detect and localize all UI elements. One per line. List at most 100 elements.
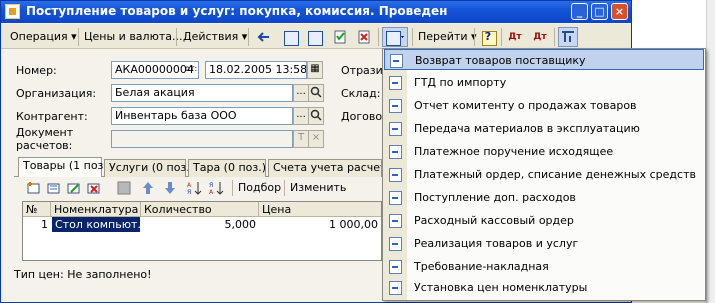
reflect-label: Отрази	[341, 64, 383, 77]
sort-asc-icon[interactable]: АЯ	[186, 180, 202, 196]
counterparty-field[interactable]: Инвентарь база ООО	[111, 107, 293, 125]
dt-kt-report-icon[interactable]: Дт Кт	[530, 27, 550, 60]
settlement-doc-label-line2: расчетов:	[16, 139, 73, 152]
table-cell-item[interactable]: Стол компьют...	[52, 217, 148, 232]
menu-item-cash-outflow[interactable]: Расходный кассовый ордер	[384, 210, 704, 231]
toolbar-separator	[176, 28, 177, 46]
tab-settlement-accounts[interactable]: Счета учета расчетов	[268, 159, 382, 177]
subtoolbar-separator	[232, 180, 233, 196]
tab-containers[interactable]: Тара (0 поз.)	[188, 159, 266, 177]
table-cell-number[interactable]: 1	[23, 217, 51, 232]
toolbar-separator	[554, 28, 555, 46]
window-title: Поступление товаров и услуг: покупка, ко…	[26, 4, 448, 18]
document-icon	[389, 237, 402, 251]
menu-item-materials-transfer[interactable]: Передача материалов в эксплуатацию	[384, 118, 704, 139]
status-message: Тип цен: Не заполнено!	[14, 268, 152, 281]
tab-goods[interactable]: Товары (1 поз.)	[18, 157, 111, 177]
copy-row-icon[interactable]	[46, 180, 62, 196]
maximize-button[interactable]: □	[591, 3, 608, 20]
close-button[interactable]: ×	[611, 3, 628, 20]
go-to-menu-button[interactable]: Перейти ▾	[415, 27, 480, 47]
document-icon	[389, 260, 402, 274]
save-row-icon[interactable]	[116, 180, 132, 196]
background-window-edge	[706, 0, 715, 303]
document-icon	[389, 122, 402, 136]
add-row-icon[interactable]	[26, 180, 42, 196]
column-header-price[interactable]: Цена	[259, 202, 381, 217]
menu-item-requisition[interactable]: Требование-накладная	[384, 256, 704, 277]
tab-services[interactable]: Услуги (0 поз.)	[104, 159, 194, 177]
settlement-doc-field[interactable]	[111, 130, 293, 148]
copy-doc-icon[interactable]	[304, 27, 324, 47]
sort-desc-icon[interactable]: ЯА	[208, 180, 224, 196]
change-button[interactable]: Изменить	[290, 181, 346, 194]
delete-row-icon[interactable]	[86, 180, 102, 196]
document-icon	[389, 145, 402, 159]
svg-text:А: А	[187, 182, 192, 189]
menu-item-sales[interactable]: Реализация товаров и услуг	[384, 233, 704, 254]
menu-item-customs-declaration[interactable]: ГТД по импорту	[384, 72, 704, 93]
column-header-number[interactable]: №	[23, 202, 51, 217]
subtoolbar-separator	[284, 180, 285, 196]
warehouse-label: Склад:	[341, 87, 381, 100]
unpost-doc-icon[interactable]	[354, 27, 374, 47]
create-based-on-icon[interactable]	[382, 27, 408, 47]
counterparty-open-icon[interactable]	[308, 107, 324, 125]
table-cell-quantity[interactable]: 5,000	[141, 217, 259, 232]
toolbar-separator	[248, 28, 249, 46]
menu-item-additional-costs[interactable]: Поступление доп. расходов	[384, 187, 704, 208]
counterparty-select-button[interactable]: ...	[293, 107, 309, 125]
operation-menu-button[interactable]: Операция ▾	[7, 27, 80, 47]
post-doc-icon[interactable]	[330, 27, 350, 47]
toolbar-separator	[378, 28, 379, 46]
menu-item-payment-order[interactable]: Платежное поручение исходящее	[384, 141, 704, 162]
move-up-icon[interactable]	[140, 180, 156, 196]
menu-item-return-to-supplier[interactable]: Возврат товаров поставщику	[384, 49, 704, 70]
organization-label: Организация:	[16, 87, 97, 100]
actions-menu-button[interactable]: Действия ▾	[180, 27, 250, 47]
organization-open-icon[interactable]	[308, 84, 324, 102]
toolbar-separator	[78, 28, 79, 46]
document-icon	[389, 99, 402, 113]
menu-item-payment-writeoff[interactable]: Платежный ордер, списание денежных средс…	[384, 164, 704, 185]
date-field[interactable]: 18.02.2005 13:58:0	[205, 61, 307, 79]
dt-kt-icon[interactable]: Дт Кт	[505, 27, 525, 60]
select-button[interactable]: Подбор	[238, 181, 281, 194]
column-header-quantity[interactable]: Количество	[141, 202, 259, 217]
document-icon	[389, 214, 402, 228]
organization-field[interactable]: Белая акация	[111, 84, 293, 102]
svg-text:Я: Я	[187, 189, 191, 196]
document-icon	[389, 281, 402, 295]
structure-icon[interactable]	[558, 27, 578, 47]
counterparty-label: Контрагент:	[16, 110, 88, 123]
toolbar-separator	[474, 28, 475, 46]
column-header-item[interactable]: Номенклатура	[51, 202, 141, 217]
contract-label: Догово	[341, 110, 383, 123]
document-icon	[390, 54, 403, 68]
document-icon	[389, 168, 402, 182]
menu-item-consignor-report[interactable]: Отчет комитенту о продажах товаров	[384, 95, 704, 116]
edit-row-icon[interactable]	[66, 180, 82, 196]
table-cell-price[interactable]: 1 000,00	[259, 217, 381, 232]
settlement-doc-label-line1: Документ	[16, 126, 74, 139]
help-icon[interactable]: ?	[478, 27, 498, 47]
svg-text:А: А	[209, 189, 214, 196]
minimize-button[interactable]: _	[571, 3, 588, 20]
prices-currency-button[interactable]: Цены и валюта...	[81, 27, 185, 47]
type-select-icon[interactable]: T	[293, 130, 309, 148]
move-down-icon[interactable]	[162, 180, 178, 196]
go-back-icon[interactable]	[254, 27, 274, 47]
document-icon	[389, 191, 402, 205]
organization-select-button[interactable]: ...	[293, 84, 309, 102]
document-icon	[389, 76, 402, 90]
number-label: Номер:	[16, 64, 57, 77]
document-icon	[5, 4, 20, 19]
clear-icon[interactable]: ×	[308, 130, 324, 148]
svg-text:Я: Я	[209, 182, 213, 189]
from-label: от:	[185, 64, 198, 73]
refresh-doc-icon[interactable]	[280, 27, 300, 47]
toolbar-separator	[412, 28, 413, 46]
menu-item-set-prices[interactable]: Установка цен номенклатуры	[384, 277, 704, 298]
calendar-icon[interactable]: ▦	[307, 61, 323, 79]
toolbar-separator	[501, 28, 502, 46]
